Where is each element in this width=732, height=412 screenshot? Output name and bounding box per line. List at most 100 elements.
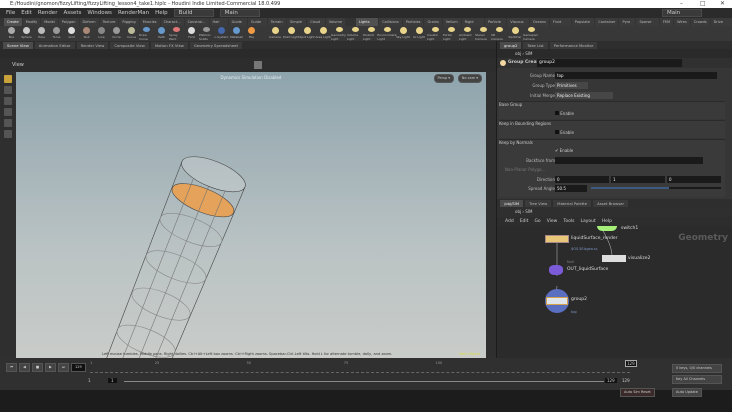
last-frame-button[interactable]: ⏭ (57, 363, 70, 372)
shelf-tab[interactable]: Create (4, 18, 22, 26)
shelf-tab[interactable]: Lights and... (355, 18, 379, 32)
pane-tab[interactable]: Take List (523, 41, 548, 49)
param-path[interactable]: obj › SIM (497, 49, 732, 58)
sim-reset-button[interactable]: Auto Sim Reset (620, 388, 655, 397)
menu-assets[interactable]: Assets (63, 10, 81, 16)
shelf-tab[interactable]: Guide P... (228, 18, 247, 32)
pose-icon[interactable] (4, 130, 12, 138)
network-menu-item[interactable]: Tools (563, 217, 574, 226)
scene-viewport[interactable]: Dynamics Simulation Disabled Persp ▾ No … (16, 72, 486, 358)
shelf-tab[interactable]: Populate C... (571, 18, 595, 32)
network-menu-item[interactable]: Help (602, 217, 612, 226)
pane-tab[interactable]: Geometry Spreadsheet (189, 41, 242, 49)
shelf-tab[interactable]: Pyro FX (619, 18, 636, 32)
shelf-tab[interactable]: Volume (325, 18, 345, 26)
frame-field[interactable]: 129 (71, 363, 86, 372)
pane-tab[interactable]: Composite View (110, 41, 149, 49)
direction-z[interactable]: 0 (667, 176, 721, 183)
shelf-tool[interactable]: Sky Light (395, 26, 411, 41)
network-editor[interactable]: obj › SIM Add Edit Go View Tools Layout Help G… (497, 207, 732, 358)
shelf-tool[interactable]: Draw Curve (139, 26, 154, 41)
end-frame[interactable]: 129 (622, 378, 630, 383)
shelf-tab[interactable]: Grains (424, 18, 442, 26)
shelf-tool[interactable]: Platonic Solids (199, 26, 214, 41)
menu-help[interactable]: Help (155, 10, 168, 16)
pane-tab[interactable]: Asset Browser (593, 199, 629, 207)
shelf-tab[interactable]: Modify (22, 18, 41, 26)
menu-windows[interactable]: Windows (87, 10, 112, 16)
main-select[interactable]: Main (219, 9, 260, 17)
menu-render[interactable]: Render (38, 10, 58, 16)
shelf-tab[interactable]: Constrai... (184, 18, 209, 26)
prev-frame-button[interactable]: ◀ (19, 363, 30, 372)
normals-checkbox[interactable]: ✔ (555, 148, 558, 153)
shelf-tab[interactable]: Oceans (529, 18, 549, 26)
close-button[interactable]: ✕ (720, 0, 725, 8)
shelf-tool[interactable]: VR Camera (491, 26, 507, 41)
node-name-field[interactable]: group2 (537, 59, 682, 67)
handle-tool-icon[interactable] (4, 75, 12, 83)
spread-field[interactable]: 50.5 (555, 185, 587, 192)
shelf-tab[interactable]: Hair Utils (209, 18, 228, 32)
shelf-add-icon[interactable] (346, 18, 355, 26)
key-all-channels-button[interactable]: Key All Channels (672, 375, 722, 384)
range-slider[interactable] (124, 381, 604, 382)
shelf-tool[interactable]: Geometry Light (331, 26, 347, 41)
shelf-tab[interactable]: Particles (402, 18, 424, 26)
shelf-tool[interactable]: Torus (49, 26, 64, 41)
shelf-tool[interactable]: Switcher (507, 26, 523, 41)
shelf-tool[interactable]: Box (4, 26, 19, 41)
shelf-tab[interactable]: Collisions (379, 18, 402, 26)
shelf-tool[interactable]: Font (184, 26, 199, 41)
shelf-tab[interactable]: Deform (79, 18, 99, 26)
shelf-tab[interactable]: Polygon (58, 18, 79, 26)
shelf-tool[interactable]: Gamepad Camera (523, 26, 539, 41)
frame-ruler[interactable]: 1 25 50 75 100 (90, 361, 630, 373)
pane-tab[interactable]: /obj/SIM (500, 199, 524, 207)
menu-renderman[interactable]: RenderMan (118, 10, 149, 16)
network-path[interactable]: obj › SIM (497, 207, 732, 217)
shelf-tool[interactable]: Circle (109, 26, 124, 41)
shelf-tab[interactable]: Rigging (119, 18, 139, 26)
shelf-tab[interactable]: Particle Fl... (484, 18, 507, 32)
scale-icon[interactable] (4, 119, 12, 127)
shelf-tool[interactable]: Volume Light (347, 26, 363, 41)
pane-tab[interactable]: Render View (76, 41, 109, 49)
shelf-tab[interactable]: Terrain ... (267, 18, 287, 32)
shelf-tool[interactable]: Path (154, 26, 169, 41)
start-frame[interactable]: 1 (88, 378, 91, 383)
play-button[interactable]: ▶ (45, 363, 56, 372)
first-frame-button[interactable]: ⏮ (6, 363, 18, 372)
pane-tab[interactable]: group2 (500, 41, 522, 49)
shelf-tab[interactable]: Container ... (595, 18, 619, 32)
select-icon[interactable] (4, 86, 12, 94)
shelf-tab[interactable]: Vellum (442, 18, 461, 26)
shelf-tab[interactable]: Muscles (139, 18, 160, 26)
pane-tab[interactable]: Material Palette (553, 199, 592, 207)
switch-node[interactable] (597, 226, 617, 231)
visualize-node[interactable] (602, 255, 626, 262)
shelf-tool[interactable]: Spot Light (299, 26, 315, 41)
desktop-select[interactable]: Build (173, 9, 214, 17)
shelf-tab[interactable]: Viscous Fl... (507, 18, 529, 32)
network-menu-item[interactable]: Add (505, 217, 514, 226)
shelf-tool[interactable]: Line (94, 26, 109, 41)
network-menu-item[interactable]: Layout (580, 217, 595, 226)
stop-button[interactable]: ■ (31, 363, 44, 372)
auto-update-select[interactable]: Auto Update (672, 388, 702, 397)
network-menu-item[interactable]: Edit (520, 217, 529, 226)
spread-slider[interactable] (591, 187, 721, 189)
pane-tab[interactable]: Performance Monitor (549, 41, 598, 49)
shelf-tool[interactable]: Spray Paint (169, 26, 184, 41)
shelf-tool[interactable]: L-System (214, 26, 229, 41)
shelf-tool[interactable]: Environment Light (377, 26, 397, 41)
shelf-tab[interactable]: Rigid Bodies (461, 18, 484, 32)
maximize-button[interactable]: □ (700, 0, 706, 8)
shelf-tool[interactable]: Portal Light (443, 26, 459, 41)
shelf-tool[interactable]: Area Light (315, 26, 331, 41)
shelf-tab[interactable]: FEM (659, 18, 674, 26)
pane-tab[interactable]: Motion FX View (150, 41, 188, 49)
shelf-tab[interactable]: Guide B... (247, 18, 267, 32)
shelf-tool[interactable]: Null (79, 26, 94, 41)
pane-tab[interactable]: Scene View (3, 41, 33, 49)
